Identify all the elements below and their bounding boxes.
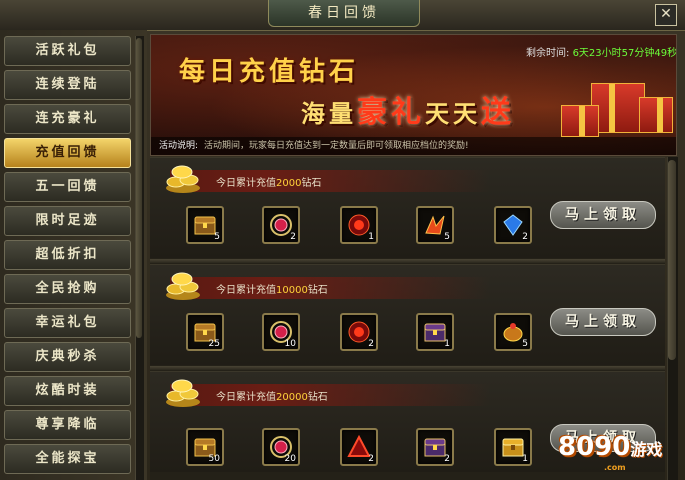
reward-count: 2	[522, 232, 528, 242]
reward-count: 10	[284, 339, 296, 349]
tier-requirement: 今日累计充值2000钻石	[216, 174, 321, 189]
gold-ingot-pile-icon	[166, 272, 200, 300]
reward-slot[interactable]: 25	[186, 313, 224, 351]
sidebar-item[interactable]: 限时足迹	[4, 206, 131, 236]
gift-box-icon	[561, 105, 599, 137]
claim-button[interactable]: 马上领取	[550, 201, 656, 229]
reward-slot[interactable]: 1	[416, 313, 454, 351]
reward-slot[interactable]: 2	[262, 206, 300, 244]
reward-count: 5	[444, 232, 450, 242]
reward-slot[interactable]: 2	[416, 428, 454, 466]
event-banner: 剩余时间: 6天23小时57分钟49秒 每日充值钻石 海量豪礼天天送 活动说明:…	[150, 34, 677, 156]
reward-count: 2	[368, 454, 374, 464]
requirement-amount: 20000	[276, 392, 308, 403]
sidebar-item[interactable]: 超低折扣	[4, 240, 131, 270]
slogan-part-2: 豪礼	[357, 95, 425, 130]
reward-count: 1	[368, 232, 374, 242]
sidebar-item[interactable]: 活跃礼包	[4, 36, 131, 66]
close-icon: ✕	[660, 6, 672, 22]
content-scrollbar-thumb[interactable]	[668, 160, 676, 360]
site-watermark-logo: 8090游戏 .com	[558, 432, 683, 480]
reward-slot[interactable]: 2	[494, 206, 532, 244]
tier-requirement: 今日累计充值20000钻石	[216, 388, 328, 403]
reward-slot[interactable]: 1	[494, 428, 532, 466]
close-button[interactable]: ✕	[655, 4, 677, 26]
description-label: 活动说明:	[159, 141, 199, 151]
sidebar-item[interactable]: 充值回馈	[4, 138, 131, 168]
reward-count: 2	[368, 339, 374, 349]
reward-slot[interactable]: 5	[416, 206, 454, 244]
gold-ingot-pile-icon	[166, 379, 200, 407]
gold-ingot-pile-icon	[166, 165, 200, 193]
reward-slot[interactable]: 2	[340, 313, 378, 351]
title-bar: 春日回馈 ✕	[0, 0, 685, 31]
watermark-domain: .com	[604, 463, 626, 472]
slogan-part-1: 海量	[301, 99, 357, 128]
sidebar-item[interactable]: 连续登陆	[4, 70, 131, 100]
event-description: 活动说明: 活动期间，玩家每日充值达到一定数量后即可领取相应档位的奖励!	[151, 137, 676, 155]
watermark-brand: 游戏	[630, 440, 663, 459]
reward-slot[interactable]: 5	[186, 206, 224, 244]
claim-button[interactable]: 马上领取	[550, 308, 656, 336]
sidebar-item[interactable]: 五一回馈	[4, 172, 131, 202]
reward-count: 1	[444, 339, 450, 349]
reward-slot[interactable]: 50	[186, 428, 224, 466]
sidebar-item[interactable]: 幸运礼包	[4, 308, 131, 338]
sidebar-item[interactable]: 炫酷时装	[4, 376, 131, 406]
sidebar-item[interactable]: 全民抢购	[4, 274, 131, 304]
requirement-prefix: 今日累计充值	[216, 285, 276, 296]
timer-value: 6天23小时57分钟49秒	[572, 48, 677, 59]
reward-count: 5	[522, 339, 528, 349]
requirement-amount: 10000	[276, 285, 308, 296]
sidebar-item[interactable]: 尊享降临	[4, 410, 131, 440]
watermark-number: 8090	[558, 432, 631, 462]
sidebar-item[interactable]: 全能探宝	[4, 444, 131, 474]
sidebar-item[interactable]: 庆典秒杀	[4, 342, 131, 372]
gift-box-icon	[591, 83, 645, 133]
window-title: 春日回馈	[268, 0, 420, 27]
reward-slot[interactable]: 1	[340, 206, 378, 244]
countdown-timer: 剩余时间: 6天23小时57分钟49秒	[526, 44, 677, 59]
reward-count: 20	[284, 454, 296, 464]
reward-count: 5	[214, 232, 220, 242]
reward-count: 2	[444, 454, 450, 464]
slogan-part-4: 送	[481, 95, 515, 130]
slogan-part-3: 天天	[425, 99, 481, 128]
tier-separator	[150, 259, 665, 263]
requirement-suffix: 钻石	[301, 178, 322, 189]
reward-count: 2	[290, 232, 296, 242]
sidebar-item[interactable]: 连充豪礼	[4, 104, 131, 134]
description-text: 活动期间，玩家每日充值达到一定数量后即可领取相应档位的奖励!	[204, 141, 469, 151]
reward-slot[interactable]: 10	[262, 313, 300, 351]
tier-requirement: 今日累计充值10000钻石	[216, 281, 328, 296]
reward-tier: 今日累计充值10000钻石 25 10 2 1 5 马上领取	[150, 264, 665, 365]
requirement-suffix: 钻石	[307, 392, 328, 403]
reward-count: 50	[208, 454, 220, 464]
gift-box-icon	[639, 97, 673, 133]
tier-separator	[150, 366, 665, 370]
reward-count: 1	[522, 454, 528, 464]
requirement-prefix: 今日累计充值	[216, 178, 276, 189]
requirement-prefix: 今日累计充值	[216, 392, 276, 403]
banner-headline: 每日充值钻石	[179, 57, 360, 87]
reward-count: 25	[208, 339, 220, 349]
timer-label: 剩余时间:	[526, 48, 570, 59]
banner-slogan: 海量豪礼天天送	[301, 87, 515, 131]
requirement-amount: 2000	[276, 178, 302, 189]
sidebar-scrollbar-thumb[interactable]	[136, 38, 142, 338]
reward-slot[interactable]: 5	[494, 313, 532, 351]
sidebar: 活跃礼包连续登陆连充豪礼充值回馈五一回馈限时足迹超低折扣全民抢购幸运礼包庆典秒杀…	[0, 30, 147, 480]
event-window: 春日回馈 ✕ 活跃礼包连续登陆连充豪礼充值回馈五一回馈限时足迹超低折扣全民抢购幸…	[0, 0, 685, 480]
requirement-suffix: 钻石	[307, 285, 328, 296]
reward-tier: 今日累计充值2000钻石 5 2 1 5 2 马上领取	[150, 157, 665, 258]
reward-slot[interactable]: 2	[340, 428, 378, 466]
reward-slot[interactable]: 20	[262, 428, 300, 466]
